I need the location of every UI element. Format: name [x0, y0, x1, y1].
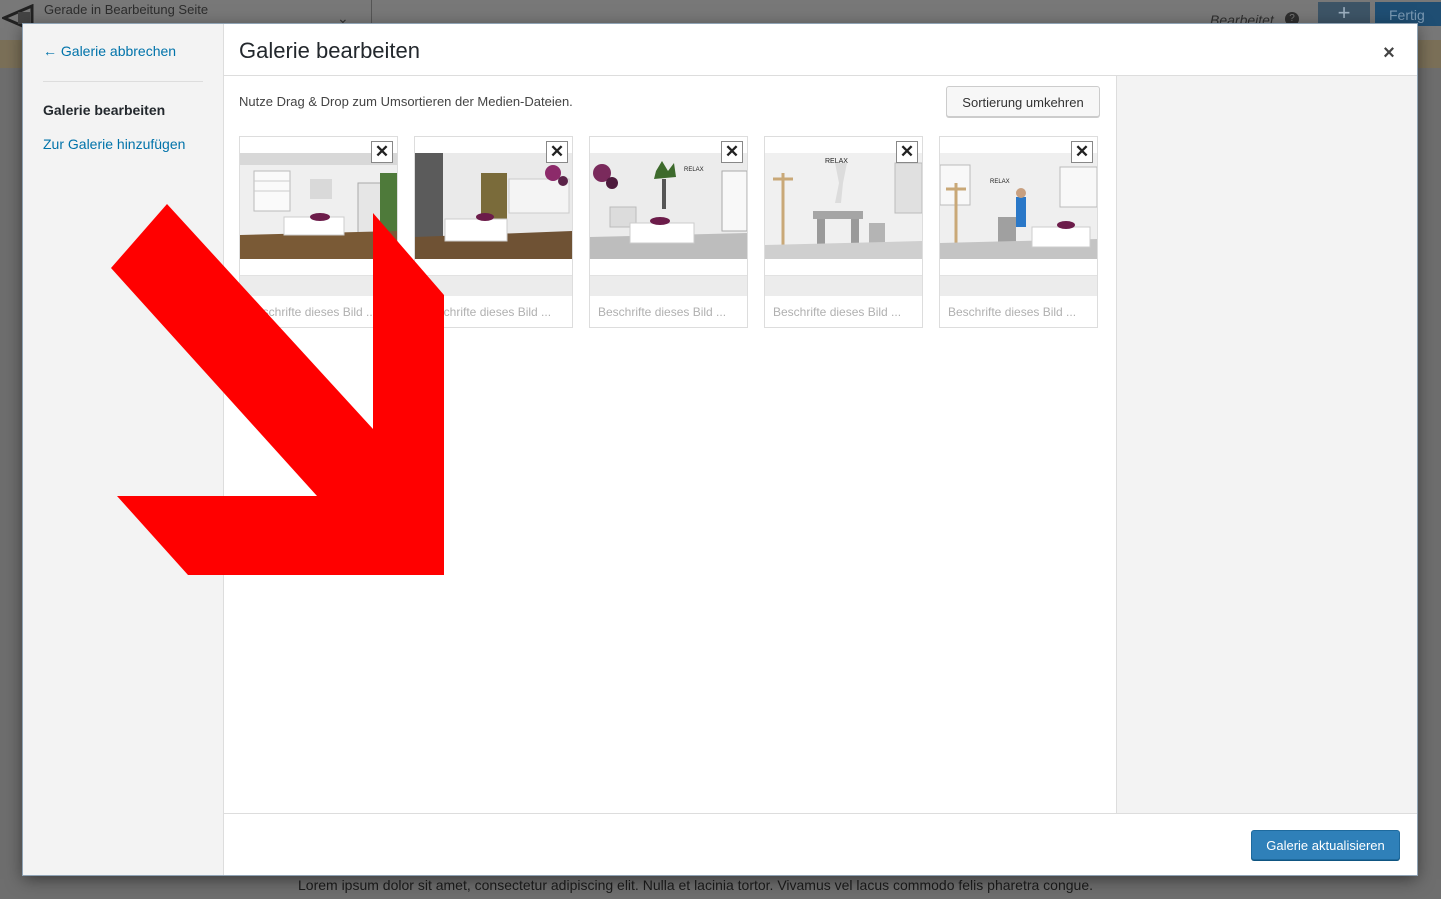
close-icon[interactable]: ×: [1375, 39, 1403, 67]
caption-placeholder[interactable]: Beschrifte dieses Bild ...: [598, 305, 740, 319]
caption-placeholder[interactable]: Beschrifte dieses Bild ...: [773, 305, 915, 319]
remove-image-button[interactable]: ✕: [896, 141, 918, 163]
caption-placeholder[interactable]: Beschrifte dieses Bild ...: [248, 305, 390, 319]
remove-image-button[interactable]: ✕: [721, 141, 743, 163]
background-divider: [371, 0, 372, 24]
attachment-caption-bar: [415, 275, 572, 296]
media-menu: ← Galerie abbrechen Galerie bearbeiten Z…: [23, 24, 224, 875]
drag-drop-instructions: Nutze Drag & Drop zum Umsortieren der Me…: [239, 94, 573, 109]
media-modal: ← Galerie abbrechen Galerie bearbeiten Z…: [23, 24, 1417, 875]
reverse-order-button[interactable]: Sortierung umkehren: [946, 86, 1100, 117]
menu-item-add-to-gallery[interactable]: Zur Galerie hinzufügen: [43, 136, 185, 152]
background-editing-label: Gerade in Bearbeitung Seite: [44, 2, 209, 17]
modal-title: Galerie bearbeiten: [239, 38, 421, 63]
gallery-attachment[interactable]: ✕ Beschrifte dieses Bild ...: [239, 136, 398, 328]
remove-image-button[interactable]: ✕: [371, 141, 393, 163]
caption-placeholder[interactable]: Beschrifte dieses Bild ...: [948, 305, 1090, 319]
gallery-attachment[interactable]: RELAX ✕ Beschrifte dieses Bild ...: [939, 136, 1098, 328]
update-gallery-button[interactable]: Galerie aktualisieren: [1251, 830, 1400, 860]
menu-separator: [43, 81, 203, 82]
gallery-content: Nutze Drag & Drop zum Umsortieren der Me…: [224, 76, 1116, 813]
attachment-thumbnail[interactable]: RELAX: [765, 153, 922, 259]
caption-placeholder[interactable]: Beschrifte dieses Bild ...: [423, 305, 565, 319]
menu-item-edit-gallery[interactable]: Galerie bearbeiten: [43, 102, 165, 118]
gallery-attachment[interactable]: RELAX ✕ Beschrifte dieses Bild ...: [764, 136, 923, 328]
svg-text:RELAX: RELAX: [990, 179, 1010, 185]
attachment-caption-bar: [240, 275, 397, 296]
cancel-gallery-link[interactable]: ← Galerie abbrechen: [43, 43, 176, 59]
media-toolbar: Galerie aktualisieren: [224, 813, 1417, 875]
svg-text:RELAX: RELAX: [684, 167, 704, 173]
attachment-thumbnail[interactable]: RELAX: [940, 153, 1097, 259]
add-block-button[interactable]: +: [1318, 2, 1370, 26]
attachment-thumbnail[interactable]: [240, 153, 397, 259]
attachment-caption-bar: [940, 275, 1097, 296]
gallery-attachment[interactable]: ✕ Beschrifte dieses Bild ...: [414, 136, 573, 328]
attachment-details-sidebar: [1116, 76, 1417, 813]
gallery-attachment[interactable]: RELAX ✕ Beschrifte dieses Bild ...: [589, 136, 748, 328]
remove-image-button[interactable]: ✕: [546, 141, 568, 163]
attachment-caption-bar: [590, 275, 747, 296]
background-paragraph: Lorem ipsum dolor sit amet, consectetur …: [298, 877, 1094, 893]
svg-text:RELAX: RELAX: [825, 158, 848, 165]
attachment-caption-bar: [765, 275, 922, 296]
attachment-thumbnail[interactable]: RELAX: [590, 153, 747, 259]
attachment-thumbnail[interactable]: [415, 153, 572, 259]
done-button[interactable]: Fertig: [1375, 2, 1441, 26]
remove-image-button[interactable]: ✕: [1071, 141, 1093, 163]
